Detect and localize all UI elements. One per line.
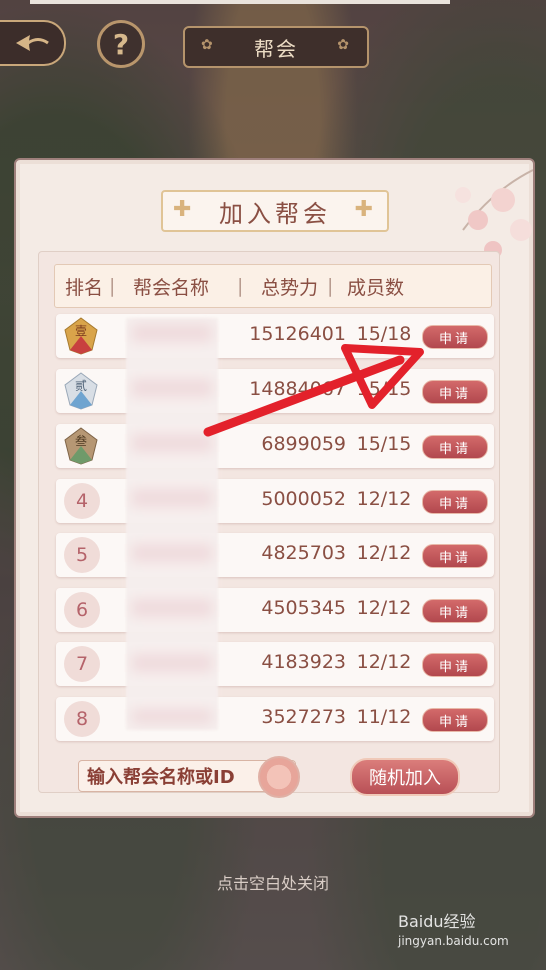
header-rank: 排名	[65, 276, 104, 299]
page-title-plaque: ✿ 帮会 ✿	[183, 26, 369, 68]
dialog-title: 加入帮会	[219, 199, 331, 228]
top-strip	[30, 0, 450, 4]
guild-power: 5000052	[261, 488, 346, 510]
apply-button[interactable]: 申请	[422, 325, 488, 349]
guild-members: 12/12	[356, 597, 412, 619]
guild-power: 4183923	[261, 651, 346, 673]
apply-button[interactable]: 申请	[422, 653, 488, 677]
flower-ornament-icon: ✿	[201, 37, 215, 53]
dialog-title-plaque: ✚ 加入帮会 ✚	[161, 190, 389, 232]
flower-ornament-icon: ✿	[337, 37, 351, 53]
guild-row[interactable]: 8 3527273 11/12 申请	[56, 697, 494, 741]
baidu-watermark: Baidu经验 jingyan.baidu.com	[398, 908, 509, 948]
rank-number: 5	[64, 537, 100, 573]
header-divider: |	[327, 275, 334, 297]
guild-members: 15/15	[356, 433, 412, 455]
guild-name-redaction	[126, 318, 218, 730]
back-arrow-icon	[16, 35, 49, 51]
rank-3-medal-icon: 叁	[64, 427, 98, 465]
guild-power: 4505345	[261, 597, 346, 619]
rank-1-label: 壹	[75, 324, 87, 338]
header-divider: |	[237, 275, 244, 297]
guild-members: 12/12	[356, 651, 412, 673]
back-button[interactable]	[0, 20, 66, 66]
guild-power: 4825703	[261, 542, 346, 564]
watermark-brand: Baidu经验	[398, 912, 476, 931]
watermark-url: jingyan.baidu.com	[398, 934, 509, 948]
rank-number: 8	[64, 701, 100, 737]
guild-members: 12/12	[356, 488, 412, 510]
guild-row[interactable]: 叁 6899059 15/15 申请	[56, 424, 494, 468]
header-divider: |	[109, 275, 116, 297]
guild-members: 11/12	[356, 706, 412, 728]
apply-button[interactable]: 申请	[422, 435, 488, 459]
guild-row[interactable]: 6 4505345 12/12 申请	[56, 588, 494, 632]
random-join-button[interactable]: 随机加入	[350, 758, 460, 796]
guild-row[interactable]: 7 4183923 12/12 申请	[56, 642, 494, 686]
rank-1-medal-icon: 壹	[64, 317, 98, 355]
apply-button[interactable]: 申请	[422, 599, 488, 623]
guild-row[interactable]: 壹 15126401 15/18 申请	[56, 314, 494, 358]
guild-members: 12/12	[356, 542, 412, 564]
guild-row[interactable]: 5 4825703 12/12 申请	[56, 533, 494, 577]
guild-members: 15/15	[356, 378, 412, 400]
apply-button[interactable]: 申请	[422, 544, 488, 568]
rank-2-label: 贰	[75, 378, 87, 393]
help-button[interactable]: ?	[97, 20, 145, 68]
guild-power: 3527273	[261, 706, 346, 728]
rank-number: 6	[64, 592, 100, 628]
header-members: 成员数	[347, 276, 405, 299]
help-icon: ?	[112, 27, 130, 61]
apply-button[interactable]: 申请	[422, 708, 488, 732]
rank-number: 7	[64, 646, 100, 682]
guild-row[interactable]: 贰 14884067 15/15 申请	[56, 369, 494, 413]
page-title: 帮会	[254, 36, 298, 61]
guild-power: 15126401	[249, 323, 346, 345]
search-icon[interactable]	[258, 756, 300, 798]
header-power: 总势力	[261, 276, 319, 299]
guild-power: 6899059	[261, 433, 346, 455]
rank-number: 4	[64, 483, 100, 519]
guild-row[interactable]: 4 5000052 12/12 申请	[56, 479, 494, 523]
plus-ornament-icon: ✚	[173, 197, 196, 222]
plus-ornament-icon: ✚	[354, 197, 377, 222]
apply-button[interactable]: 申请	[422, 380, 488, 404]
close-hint: 点击空白处关闭	[216, 874, 329, 893]
apply-button[interactable]: 申请	[422, 490, 488, 514]
table-header: 排名 | 帮会名称 | 总势力 | 成员数	[54, 264, 492, 308]
guild-power: 14884067	[249, 378, 346, 400]
rank-2-medal-icon: 贰	[64, 372, 98, 410]
rank-3-label: 叁	[75, 433, 87, 448]
guild-members: 15/18	[356, 323, 412, 345]
header-name: 帮会名称	[133, 276, 210, 299]
